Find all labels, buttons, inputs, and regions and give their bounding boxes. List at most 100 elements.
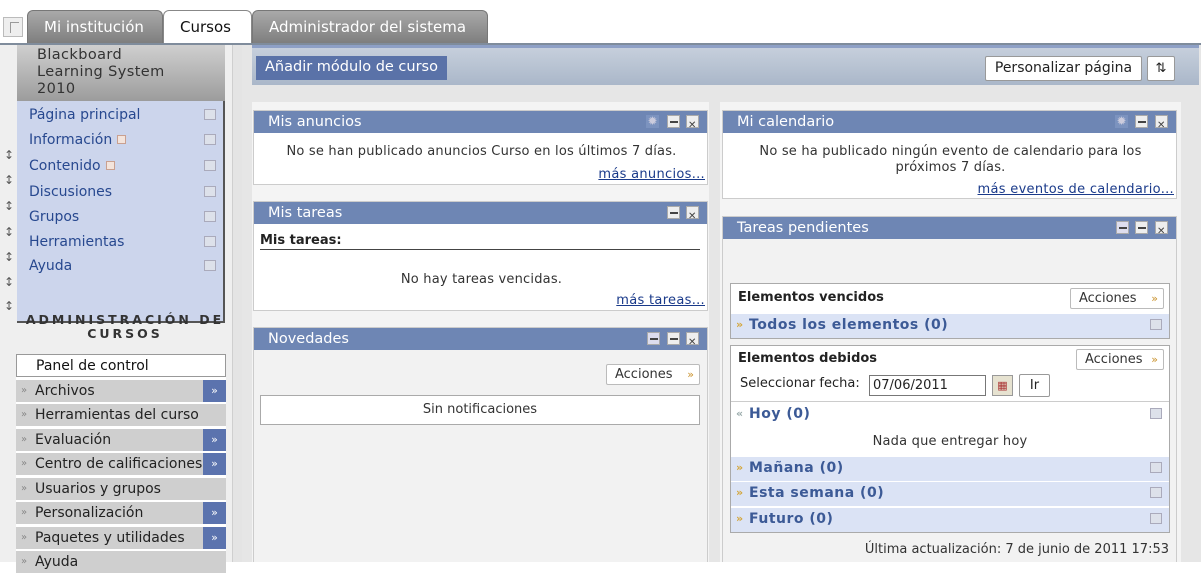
all-items-row[interactable]: » Todos los elementos (0) [731,314,1169,338]
close-icon[interactable] [686,206,699,228]
actions-label: Acciones [1085,352,1143,367]
course-menu-item[interactable]: Grupos [17,205,223,229]
dropdown-icon[interactable] [1150,408,1162,419]
dropdown-icon[interactable] [204,186,216,197]
course-menu-item[interactable]: Información [17,128,223,152]
dropdown-icon[interactable] [204,236,216,247]
add-module-button[interactable]: Añadir módulo de curso [256,56,447,80]
close-icon[interactable] [1155,115,1168,137]
open-icon[interactable]: » [203,428,226,451]
course-menu-item[interactable]: Herramientas [17,230,223,254]
open-icon[interactable]: » [203,502,226,524]
open-icon[interactable]: » [203,379,226,402]
dropdown-icon[interactable] [1150,462,1162,473]
drag-handle-icon[interactable]: ↕ [4,148,14,168]
admin-item[interactable]: Panel de control [16,354,226,377]
minimize-icon[interactable] [1135,115,1148,128]
future-row[interactable]: » Futuro (0) [731,508,1169,532]
dropdown-icon[interactable] [1150,319,1162,330]
course-menu-item[interactable]: Ayuda [17,254,223,278]
more-tasks-link[interactable]: más tareas... [616,293,705,308]
tab-mi-institucion[interactable]: Mi institución [27,10,163,44]
drag-handle-icon[interactable]: ↕ [4,225,14,245]
reorder-icon[interactable]: ⇅ [1147,56,1175,81]
news-empty-text: Sin notificaciones [260,395,700,425]
dropdown-icon[interactable] [204,260,216,271]
chevron-down-icon: » [1151,292,1158,305]
go-button[interactable]: Ir [1019,374,1050,397]
admin-item[interactable]: » Personalización » [16,501,226,524]
drag-handle-icon[interactable]: ↕ [4,250,14,270]
new-content-icon [117,135,127,144]
admin-item[interactable]: » Evaluación » [16,427,226,451]
actions-label: Acciones [1079,291,1137,306]
tomorrow-row[interactable]: » Mañana (0) [731,457,1169,481]
admin-item[interactable]: » Paquetes y utilidades » [16,525,226,549]
chevron-down-icon: » [21,433,28,445]
news-actions-button[interactable]: Acciones » [606,364,700,385]
calendar-empty-text: No se ha publicado ningún evento de cale… [759,144,1142,159]
sidebar-splitter[interactable] [232,45,242,562]
date-input[interactable]: 07/06/2011 [869,375,986,396]
drag-handle-icon[interactable]: ↕ [4,299,14,319]
drag-handle-icon[interactable]: ↕ [4,173,14,193]
open-icon[interactable]: » [203,453,226,475]
minimize-icon[interactable] [667,332,680,345]
tasks-empty-text: No hay tareas vencidas. [400,272,563,287]
restore-icon[interactable] [1116,221,1129,234]
minimize-icon[interactable] [1135,221,1148,234]
calendar-icon[interactable]: ▦ [992,375,1013,396]
drag-handle-icon[interactable]: ↕ [4,275,14,295]
chevron-down-icon: » [1151,353,1158,366]
course-menu-item[interactable]: Discusiones [17,180,223,204]
this-week-label: Esta semana (0) [749,485,885,501]
admin-item-label: Panel de control [36,358,149,374]
more-calendar-link[interactable]: más eventos de calendario... [978,182,1174,197]
dropdown-icon[interactable] [1150,487,1162,498]
chevron-down-icon: » [736,512,744,525]
minimize-icon[interactable] [667,206,680,219]
news-header: Novedades [254,328,707,354]
admin-item-label: Ayuda [35,554,79,570]
due-panel: Elementos debidos Acciones » Seleccionar … [730,345,1170,533]
overdue-actions-button[interactable]: Acciones » [1070,288,1164,309]
today-empty-text: Nada que entregar hoy [872,434,1028,449]
admin-item[interactable]: » Usuarios y grupos [16,476,226,500]
dropdown-icon[interactable] [204,109,216,120]
dropdown-icon[interactable] [204,160,216,171]
close-icon[interactable] [686,115,699,137]
dropdown-icon[interactable] [1150,513,1162,524]
tasks-title: Mis tareas [268,205,343,221]
open-icon[interactable]: » [203,526,226,549]
admin-item[interactable]: » Centro de calificaciones» [16,452,226,475]
gear-icon[interactable]: ✹ [1115,115,1128,128]
close-icon[interactable] [1155,221,1168,243]
admin-item[interactable]: » Archivos » [16,378,226,402]
more-announcements-link[interactable]: más anuncios... [598,167,705,182]
news-module: Novedades Acciones » Sin notificaciones [253,327,708,562]
all-items-label: Todos los elementos (0) [749,317,949,333]
gear-icon[interactable]: ✹ [646,115,659,128]
tab-administrador[interactable]: Administrador del sistema [252,10,488,44]
course-menu-item[interactable]: Contenido [17,154,223,178]
close-icon[interactable] [686,332,699,354]
this-week-row[interactable]: » Esta semana (0) [731,482,1169,506]
chevron-down-icon: » [21,556,28,567]
admin-item[interactable]: » Herramientas del curso [16,403,226,426]
actions-label: Acciones [615,367,673,382]
minimize-icon[interactable] [667,115,680,128]
top-navigation: Mi institución Cursos Administrador del … [0,0,1201,46]
chevron-down-icon: » [687,368,694,381]
customize-page-button[interactable]: Personalizar página [985,56,1142,81]
course-menu-item[interactable]: Página principal [17,103,223,127]
due-actions-button[interactable]: Acciones » [1076,349,1164,370]
dropdown-icon[interactable] [204,134,216,145]
tab-cursos[interactable]: Cursos [163,10,252,46]
dropdown-icon[interactable] [204,211,216,222]
drag-handle-icon[interactable]: ↕ [4,199,14,219]
today-row[interactable]: « Hoy (0) [731,401,1169,426]
restore-icon[interactable] [647,332,660,345]
expand-icon[interactable] [3,17,23,37]
admin-item-label: Evaluación [35,431,112,448]
today-label: Hoy (0) [749,406,811,422]
